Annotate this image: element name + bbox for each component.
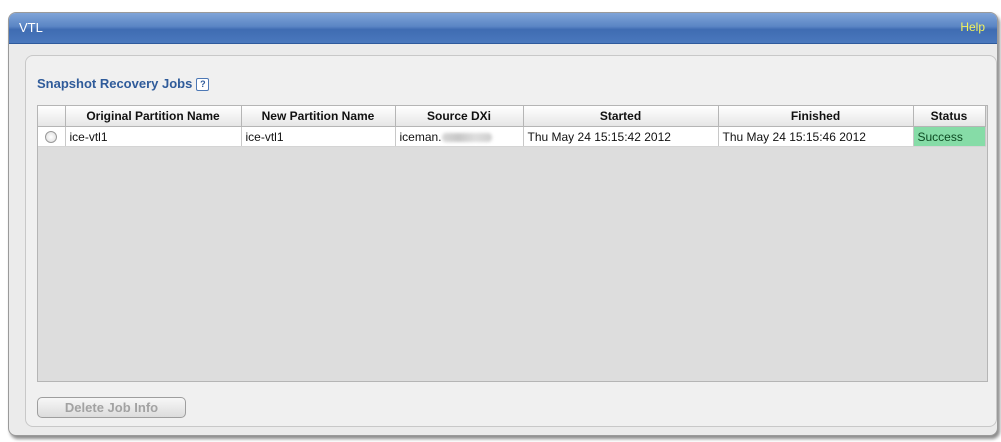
cell-status: Success (913, 126, 986, 147)
row-select-cell (38, 126, 66, 147)
help-link[interactable]: Help (960, 20, 985, 34)
cell-source-dxi: iceman. (395, 126, 524, 147)
title-bar: VTL Help (9, 13, 997, 44)
row-radio-button[interactable] (45, 131, 58, 144)
cell-started: Thu May 24 15:15:42 2012 (523, 126, 719, 147)
cell-original-partition: ice-vtl1 (65, 126, 242, 147)
table-row[interactable]: ice-vtl1 ice-vtl1 iceman. Thu May 24 15:… (38, 126, 986, 147)
snapshot-recovery-panel: Snapshot Recovery Jobs? Original Partiti… (25, 55, 997, 427)
vtl-window: VTL Help Snapshot Recovery Jobs? Origina… (8, 12, 998, 436)
column-header-finished[interactable]: Finished (718, 106, 914, 127)
select-column-header (38, 106, 66, 127)
redacted-hostname (441, 132, 492, 142)
help-question-icon[interactable]: ? (196, 78, 210, 91)
column-header-source-dxi[interactable]: Source DXi (395, 106, 524, 127)
jobs-table: Original Partition Name New Partition Na… (37, 105, 988, 382)
column-header-new-partition[interactable]: New Partition Name (241, 106, 396, 127)
column-header-started[interactable]: Started (523, 106, 719, 127)
source-dxi-text: iceman. (399, 129, 442, 144)
delete-job-info-button[interactable]: Delete Job Info (37, 397, 186, 418)
column-header-original-partition[interactable]: Original Partition Name (65, 106, 242, 127)
cell-new-partition: ice-vtl1 (241, 126, 396, 147)
section-title-text: Snapshot Recovery Jobs (37, 76, 193, 91)
section-title: Snapshot Recovery Jobs? (37, 76, 210, 91)
cell-finished: Thu May 24 15:15:46 2012 (718, 126, 914, 147)
column-header-status[interactable]: Status (913, 106, 986, 127)
table-header-row: Original Partition Name New Partition Na… (38, 106, 986, 127)
window-title: VTL (19, 20, 43, 35)
